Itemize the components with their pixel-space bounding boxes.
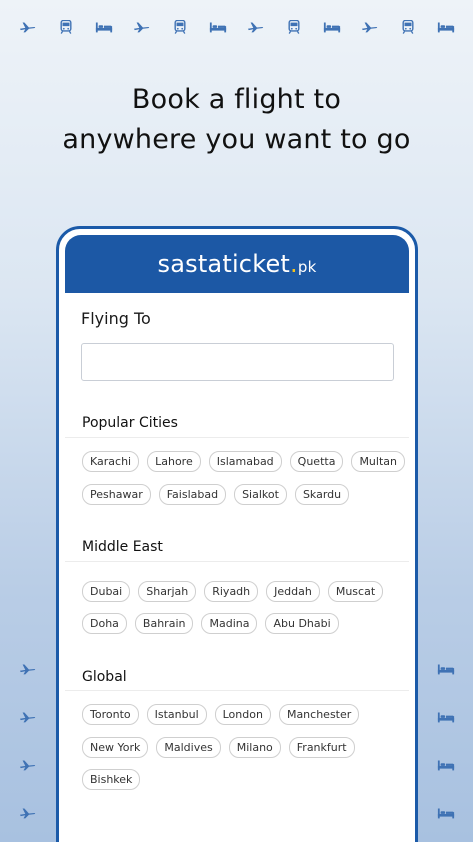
chip-row: New York Maldives Milano Frankfurt	[82, 737, 355, 758]
chip-row: Karachi Lahore Islamabad Quetta Multan	[82, 451, 405, 472]
section-title-global: Global	[82, 669, 127, 685]
chip-row: Peshawar Faislabad Sialkot Skardu	[82, 484, 350, 505]
city-chip-bahrain[interactable]: Bahrain	[134, 613, 194, 634]
bed-icon	[209, 20, 227, 34]
section-title-middle-east: Middle East	[82, 539, 163, 555]
city-chip-sialkot[interactable]: Sialkot	[234, 484, 287, 505]
plane-icon	[19, 20, 37, 34]
bed-icon	[437, 20, 455, 34]
chip-row: Bishkek	[82, 769, 141, 790]
city-chip-lahore[interactable]: Lahore	[147, 451, 201, 472]
plane-icon	[19, 710, 37, 724]
brand-tld: pk	[297, 258, 317, 276]
bed-icon	[437, 806, 455, 820]
brand-dot: .	[290, 250, 298, 278]
city-picker: Flying To Popular Cities Karachi Lahore Is…	[65, 293, 409, 842]
city-chip-peshawar[interactable]: Peshawar	[82, 484, 151, 505]
city-chip-toronto[interactable]: Toronto	[82, 704, 139, 725]
chip-row: Toronto Istanbul London Manchester	[82, 704, 360, 725]
plane-icon	[19, 806, 37, 820]
city-chip-frankfurt[interactable]: Frankfurt	[288, 737, 355, 758]
train-icon	[171, 20, 189, 34]
brand-logo: sastaticket.pk	[158, 250, 317, 278]
bed-icon	[437, 662, 455, 676]
city-chip-multan[interactable]: Multan	[351, 451, 405, 472]
city-chip-faislabad[interactable]: Faislabad	[158, 484, 227, 505]
brand-name: sastaticket	[157, 250, 291, 278]
section-title-popular-cities: Popular Cities	[82, 415, 178, 431]
section-divider	[65, 437, 409, 438]
plane-icon	[19, 758, 37, 772]
chip-row: Doha Bahrain Madina Abu Dhabi	[82, 613, 339, 634]
plane-icon	[19, 662, 37, 676]
headline-line-1: Book a flight to	[131, 84, 342, 115]
top-icon-row	[0, 20, 473, 40]
plane-icon	[361, 20, 379, 34]
city-chip-riyadh[interactable]: Riyadh	[204, 581, 259, 602]
bed-icon	[437, 758, 455, 772]
destination-search-input[interactable]	[81, 343, 394, 381]
train-icon	[285, 20, 303, 34]
city-chip-dubai[interactable]: Dubai	[82, 581, 131, 602]
city-chip-milano[interactable]: Milano	[228, 737, 281, 758]
train-icon	[399, 20, 417, 34]
bed-icon	[95, 20, 113, 34]
city-chip-muscat[interactable]: Muscat	[327, 581, 384, 602]
city-chip-jeddah[interactable]: Jeddah	[266, 581, 320, 602]
phone-frame: sastaticket.pk Flying To Popular Cities …	[56, 226, 418, 842]
city-chip-manchester[interactable]: Manchester	[278, 704, 360, 725]
headline-line-2: anywhere you want to go	[62, 124, 411, 155]
city-chip-islamabad[interactable]: Islamabad	[208, 451, 282, 472]
plane-icon	[133, 20, 151, 34]
city-chip-abu-dhabi[interactable]: Abu Dhabi	[265, 613, 339, 634]
app-header: sastaticket.pk	[65, 235, 409, 293]
city-chip-london[interactable]: London	[214, 704, 271, 725]
page-headline: Book a flight to anywhere you want to go	[0, 80, 473, 160]
city-chip-madina[interactable]: Madina	[201, 613, 258, 634]
city-chip-quetta[interactable]: Quetta	[289, 451, 344, 472]
city-chip-bishkek[interactable]: Bishkek	[82, 769, 141, 790]
city-chip-sharjah[interactable]: Sharjah	[138, 581, 197, 602]
train-icon	[57, 20, 75, 34]
bed-icon	[323, 20, 341, 34]
city-chip-doha[interactable]: Doha	[82, 613, 127, 634]
city-chip-new-york[interactable]: New York	[82, 737, 149, 758]
city-chip-maldives[interactable]: Maldives	[156, 737, 221, 758]
city-chip-karachi[interactable]: Karachi	[82, 451, 140, 472]
section-divider	[65, 690, 409, 691]
section-divider	[65, 561, 409, 562]
plane-icon	[247, 20, 265, 34]
bed-icon	[437, 710, 455, 724]
flying-to-label: Flying To	[81, 309, 151, 328]
chip-row: Dubai Sharjah Riyadh Jeddah Muscat	[82, 581, 384, 602]
city-chip-istanbul[interactable]: Istanbul	[146, 704, 207, 725]
city-chip-skardu[interactable]: Skardu	[294, 484, 350, 505]
